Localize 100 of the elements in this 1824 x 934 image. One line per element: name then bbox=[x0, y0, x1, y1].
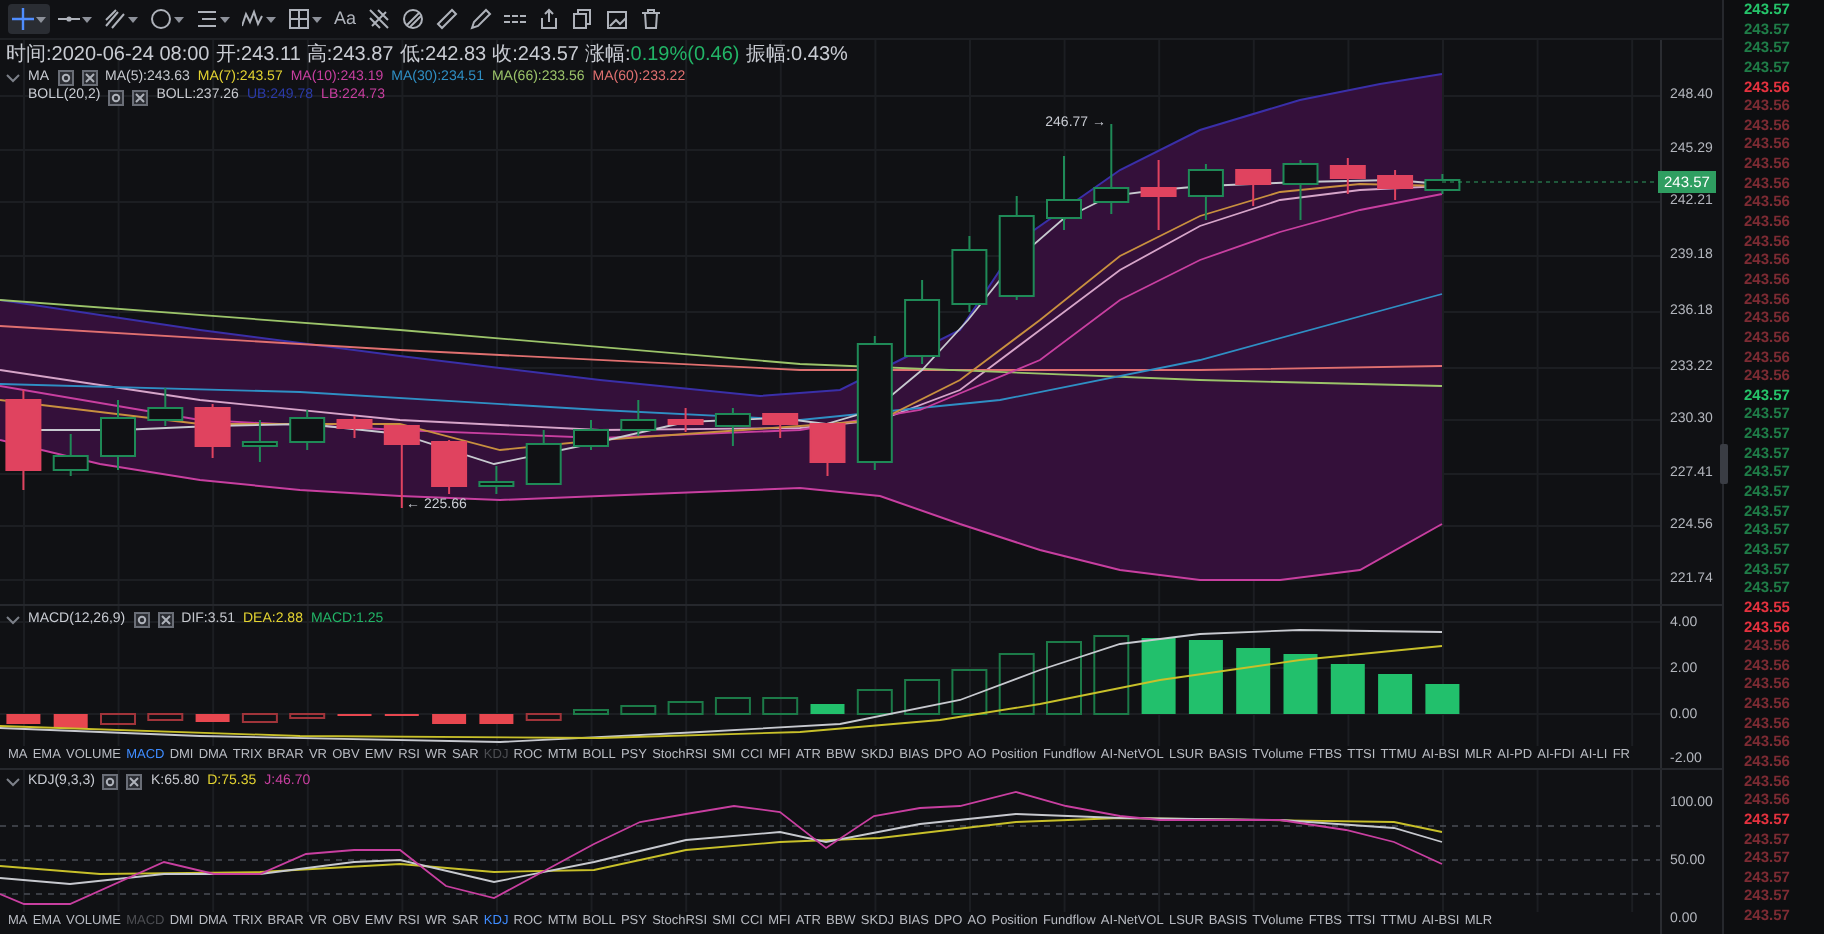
histogram-bar bbox=[667, 701, 704, 715]
toolbar-tool-button[interactable] bbox=[146, 4, 188, 34]
pattern-icon bbox=[368, 8, 391, 30]
candlestick bbox=[1187, 163, 1224, 221]
text-tool-button[interactable]: Aa bbox=[330, 4, 361, 34]
histogram-bar bbox=[1236, 648, 1271, 714]
ohlc-field: 涨幅:0.19%(0.46) bbox=[585, 44, 740, 68]
crosshair-icon bbox=[12, 8, 34, 30]
histogram-bar bbox=[241, 713, 278, 723]
chevron-icon[interactable] bbox=[6, 73, 20, 84]
ruler-icon bbox=[436, 8, 459, 30]
ohlc-field: 收:243.57 bbox=[492, 44, 579, 68]
histogram-bar bbox=[1283, 654, 1318, 714]
collapse-handle[interactable] bbox=[1720, 444, 1728, 484]
candlestick bbox=[1424, 173, 1461, 195]
candlestick bbox=[1046, 155, 1082, 231]
candlestick bbox=[147, 387, 184, 427]
striped-circle-icon bbox=[402, 8, 425, 30]
histogram-bar bbox=[856, 689, 893, 715]
candlestick bbox=[620, 399, 657, 437]
candlestick bbox=[1235, 169, 1272, 207]
toolbar-tool-button[interactable] bbox=[466, 4, 497, 34]
candlestick bbox=[194, 403, 231, 459]
histogram-bar bbox=[998, 653, 1035, 715]
histogram-bar bbox=[1378, 674, 1413, 714]
histogram-bar bbox=[714, 697, 751, 715]
candlestick bbox=[1329, 157, 1366, 195]
candlestick bbox=[951, 235, 988, 313]
trash-icon bbox=[640, 8, 663, 30]
histogram-bar bbox=[53, 714, 88, 728]
histogram-bar bbox=[1425, 684, 1460, 714]
candlestick bbox=[1377, 169, 1414, 201]
histogram-bar bbox=[762, 697, 799, 715]
share-icon bbox=[538, 8, 561, 30]
toolbar-tool-button[interactable] bbox=[100, 4, 142, 34]
histogram-bar bbox=[432, 714, 467, 724]
wave-icon bbox=[242, 8, 264, 30]
caret-icon bbox=[266, 15, 276, 23]
caret-icon bbox=[174, 15, 184, 23]
candlestick bbox=[525, 429, 562, 485]
candlestick bbox=[998, 195, 1035, 301]
candlestick bbox=[383, 425, 420, 509]
candlestick bbox=[1140, 159, 1177, 231]
histogram-bar bbox=[479, 714, 514, 724]
toolbar-tool-button[interactable] bbox=[284, 4, 326, 34]
histogram-bar bbox=[1046, 641, 1082, 715]
histogram-bar bbox=[904, 679, 941, 715]
ohlc-field: 开:243.11 bbox=[215, 44, 301, 68]
caret-icon bbox=[312, 15, 322, 23]
ohlc-field: 低:242.83 bbox=[399, 44, 487, 68]
candlestick bbox=[573, 419, 609, 451]
histogram-bar bbox=[1188, 640, 1223, 714]
histogram-bar bbox=[810, 704, 845, 714]
chevron-icon[interactable] bbox=[6, 777, 20, 788]
caret-icon bbox=[82, 15, 92, 23]
circle-icon bbox=[150, 8, 172, 30]
parallel-lines-icon bbox=[104, 8, 126, 30]
grid-icon bbox=[288, 8, 310, 30]
ohlc-field: 时间:2020-06-24 08:00 bbox=[6, 44, 210, 68]
close-icon[interactable] bbox=[81, 70, 97, 87]
settings-icon[interactable] bbox=[57, 70, 73, 87]
candlestick bbox=[431, 439, 468, 495]
ohlc-field: 高:243.87 bbox=[306, 44, 394, 68]
close-icon[interactable] bbox=[157, 612, 174, 629]
candlestick bbox=[809, 423, 846, 477]
histogram-bar bbox=[1093, 635, 1130, 715]
candlestick bbox=[478, 465, 515, 495]
candlestick bbox=[1282, 159, 1319, 221]
histogram-bar bbox=[1141, 638, 1176, 714]
histogram-bar bbox=[573, 709, 609, 715]
settings-icon[interactable] bbox=[108, 89, 125, 106]
histogram-bar bbox=[147, 713, 184, 721]
caret-icon bbox=[220, 15, 230, 23]
ohlc-field: 振幅:0.43% bbox=[745, 44, 848, 68]
candlestick bbox=[856, 335, 893, 471]
candlestick bbox=[336, 415, 373, 439]
candlestick bbox=[241, 419, 278, 463]
histogram-bar bbox=[951, 669, 988, 715]
settings-icon[interactable] bbox=[102, 774, 119, 791]
histogram-bar bbox=[195, 714, 230, 722]
pencil-icon bbox=[470, 8, 493, 30]
toolbar-tool-button[interactable] bbox=[8, 4, 50, 34]
candlestick bbox=[762, 413, 799, 439]
levels-icon bbox=[196, 8, 218, 30]
caret-icon bbox=[128, 15, 138, 23]
candlestick bbox=[5, 389, 42, 491]
candlestick bbox=[714, 407, 751, 447]
toolbar-tool-button[interactable] bbox=[432, 4, 463, 34]
settings-icon[interactable] bbox=[133, 612, 150, 629]
candlestick bbox=[52, 433, 89, 477]
chevron-icon[interactable] bbox=[6, 615, 20, 626]
toolbar-tool-button[interactable] bbox=[398, 4, 429, 34]
close-icon[interactable] bbox=[126, 774, 143, 791]
close-icon[interactable] bbox=[132, 89, 149, 106]
histogram-bar bbox=[525, 713, 562, 721]
copy-icon bbox=[572, 8, 595, 30]
histogram-bar bbox=[620, 705, 657, 715]
caret-icon bbox=[36, 15, 46, 23]
candlestick bbox=[904, 279, 941, 365]
candlestick bbox=[100, 399, 136, 471]
